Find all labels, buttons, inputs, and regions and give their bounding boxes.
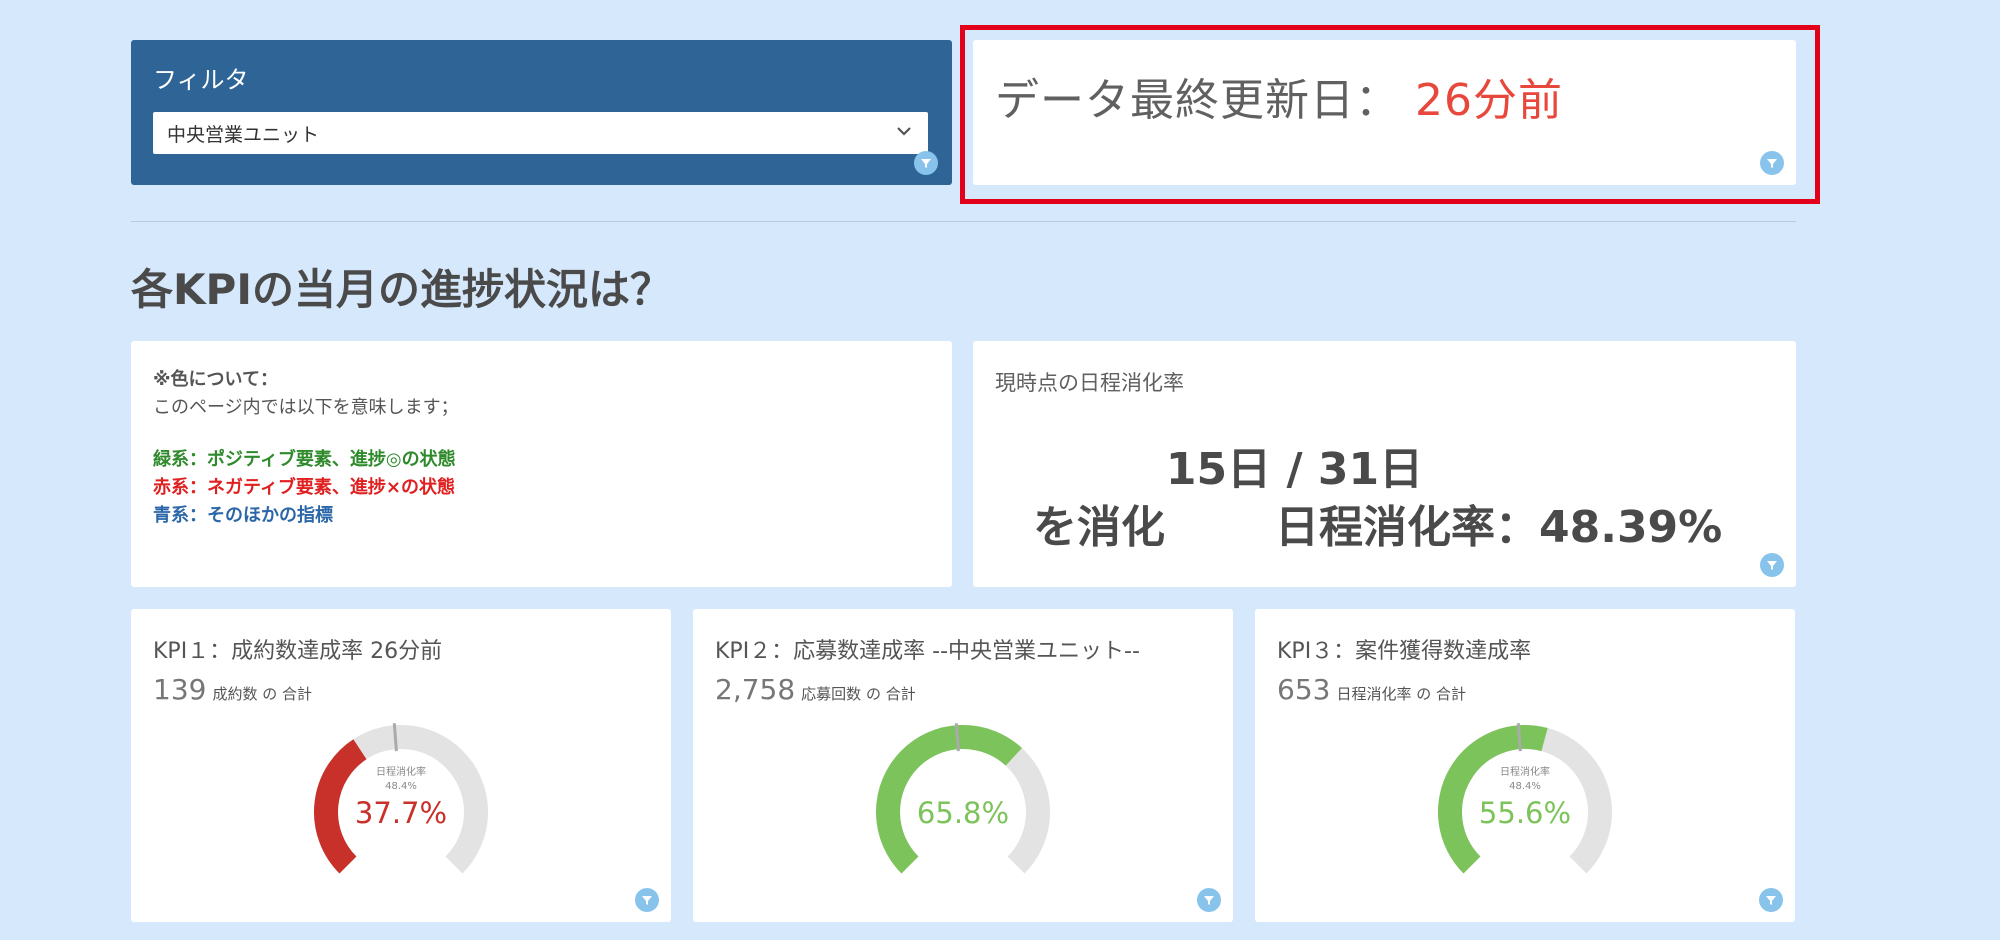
kpi-gauge: 日程消化率 48.4% 37.7% xyxy=(314,723,488,874)
filter-funnel-icon[interactable] xyxy=(635,888,659,912)
gauge-target-marker xyxy=(1516,723,1522,752)
last-updated-card: データ最終更新日： 26分前 xyxy=(973,40,1796,185)
kpi-total-value: 2,758 xyxy=(715,673,796,706)
last-updated-label: データ最終更新日： xyxy=(995,75,1400,126)
gauge-percent: 55.6% xyxy=(1479,796,1571,830)
kpi-total: 2,758 応募回数 の 合計 xyxy=(715,673,916,706)
gauge-percent: 65.8% xyxy=(917,796,1009,830)
filter-funnel-icon[interactable] xyxy=(1760,151,1784,175)
section-title: 各KPIの当月の進捗状況は？ xyxy=(131,265,672,314)
kpi-total-unit: 応募回数 の 合計 xyxy=(801,685,916,703)
legend-green: 緑系：ポジティブ要素、進捗◎の状態 xyxy=(153,449,456,470)
legend-subheading: このページ内では以下を意味します； xyxy=(153,397,459,418)
chevron-down-icon[interactable] xyxy=(894,121,914,145)
kpi-gauge: 65.8% xyxy=(876,723,1050,874)
schedule-progress-card: 現時点の日程消化率 15日 / 31日 を消化 日程消化率：48.39% xyxy=(973,341,1796,587)
schedule-rate: 日程消化率：48.39% xyxy=(1275,502,1723,553)
kpi-card: KPI１：成約数達成率 26分前 139 成約数 の 合計 日程消化率 48.4% 3… xyxy=(131,609,671,922)
gauge-marker-value: 48.4% xyxy=(1509,781,1541,792)
schedule-title: 現時点の日程消化率 xyxy=(995,371,1184,395)
gauge-marker-label: 日程消化率 xyxy=(1500,765,1550,778)
kpi-gauge: 日程消化率 48.4% 55.6% xyxy=(1438,723,1612,874)
gauge-marker-value: 48.4% xyxy=(385,781,417,792)
kpi-card: KPI３：案件獲得数達成率 653 日程消化率 の 合計 日程消化率 48.4% 55… xyxy=(1255,609,1795,922)
kpi-total-value: 653 xyxy=(1277,673,1331,706)
last-updated-text: データ最終更新日： 26分前 xyxy=(995,64,1563,128)
kpi-title: KPI１：成約数達成率 26分前 xyxy=(153,639,443,664)
filter-funnel-icon[interactable] xyxy=(914,151,938,175)
color-legend-card: ※色について： このページ内では以下を意味します； 緑系：ポジティブ要素、進捗◎… xyxy=(131,341,952,587)
filter-funnel-icon[interactable] xyxy=(1760,553,1784,577)
filter-funnel-icon[interactable] xyxy=(1197,888,1221,912)
filter-title: フィルタ xyxy=(153,66,249,94)
kpi-title: KPI２：応募数達成率 --中央営業ユニット-- xyxy=(715,639,1140,664)
legend-red: 赤系：ネガティブ要素、進捗×の状態 xyxy=(153,477,456,498)
gauge-percent: 37.7% xyxy=(355,796,447,830)
kpi-total-unit: 日程消化率 の 合計 xyxy=(1336,685,1466,703)
filter-dropdown[interactable]: 中央営業ユニット xyxy=(153,112,928,154)
kpi-total-unit: 成約数 の 合計 xyxy=(212,685,312,703)
gauge-target-marker xyxy=(954,723,960,752)
schedule-consumed-label: を消化 xyxy=(1033,502,1165,553)
gauge-target-marker xyxy=(392,723,398,752)
filter-panel: フィルタ 中央営業ユニット xyxy=(131,40,952,185)
kpi-total: 139 成約数 の 合計 xyxy=(153,673,312,706)
schedule-days: 15日 / 31日 xyxy=(1165,444,1424,495)
filter-selected-value: 中央営業ユニット xyxy=(167,124,320,146)
kpi-card: KPI２：応募数達成率 --中央営業ユニット-- 2,758 応募回数 の 合計 … xyxy=(693,609,1233,922)
kpi-title: KPI３：案件獲得数達成率 xyxy=(1277,639,1532,664)
gauge-marker-label: 日程消化率 xyxy=(376,765,426,778)
kpi-total: 653 日程消化率 の 合計 xyxy=(1277,673,1466,706)
last-updated-value: 26分前 xyxy=(1415,75,1563,126)
section-divider xyxy=(131,221,1796,222)
kpi-total-value: 139 xyxy=(153,673,207,706)
legend-heading: ※色について： xyxy=(153,369,278,390)
legend-blue: 青系：そのほかの指標 xyxy=(153,505,333,526)
filter-funnel-icon[interactable] xyxy=(1759,888,1783,912)
